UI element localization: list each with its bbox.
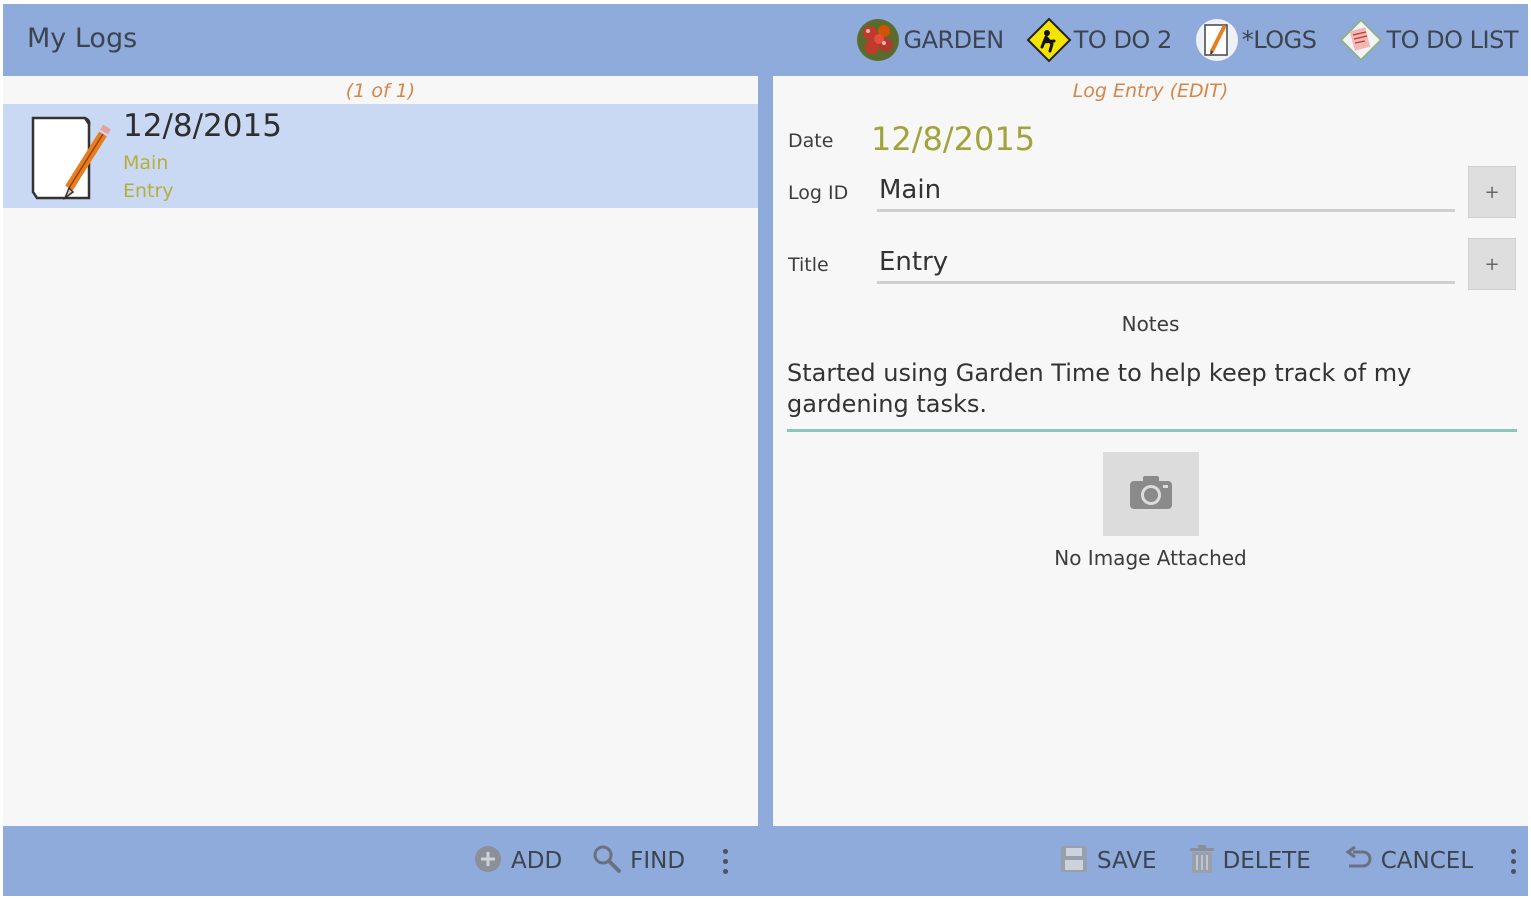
form-overflow-menu-icon[interactable] xyxy=(1503,838,1523,884)
attach-image-button[interactable] xyxy=(1103,452,1199,536)
log-id-field[interactable] xyxy=(877,170,1455,212)
notepad-pencil-icon xyxy=(27,112,111,202)
find-label: FIND xyxy=(630,848,686,874)
list-counter: (1 of 1) xyxy=(345,80,416,102)
add-circle-icon xyxy=(473,844,503,878)
nav-garden-label: GARDEN xyxy=(903,26,1004,54)
list-actions: ADD FIND xyxy=(473,838,735,884)
camera-icon xyxy=(1128,473,1174,515)
list-item-date: 12/8/2015 xyxy=(123,108,282,144)
log-entry-form: Log Entry (EDIT) Date 12/8/2015 Log ID +… xyxy=(773,76,1528,826)
add-button[interactable]: ADD xyxy=(473,838,562,884)
nav-todo2[interactable]: TO DO 2 xyxy=(1026,16,1172,64)
add-label: ADD xyxy=(511,848,563,874)
date-value[interactable]: 12/8/2015 xyxy=(871,120,1035,158)
undo-arrow-icon xyxy=(1343,844,1373,878)
find-button[interactable]: FIND xyxy=(592,838,685,884)
delete-label: DELETE xyxy=(1222,848,1311,874)
notes-field[interactable]: Started using Garden Time to help keep t… xyxy=(787,358,1517,432)
date-label: Date xyxy=(788,130,834,152)
nav-logs-label: *LOGS xyxy=(1241,26,1317,54)
tomato-cluster-icon xyxy=(855,17,901,63)
trash-icon xyxy=(1189,844,1215,878)
title-label: Title xyxy=(788,254,829,276)
delete-button[interactable]: DELETE xyxy=(1189,838,1311,884)
title-add-button[interactable]: + xyxy=(1468,238,1516,290)
nav-todolist[interactable]: TO DO LIST xyxy=(1338,16,1518,64)
gardener-sign-icon xyxy=(1026,17,1072,63)
nav-todolist-label: TO DO LIST xyxy=(1386,26,1518,54)
log-id-add-button[interactable]: + xyxy=(1468,166,1516,218)
action-bar: My Logs GARDEN TO DO 2 *LOGS TO DO LIST xyxy=(3,4,1528,76)
form-actions: SAVE DELETE CANCEL xyxy=(1059,838,1523,884)
search-icon xyxy=(592,844,622,878)
list-item-title: Entry xyxy=(123,180,174,202)
save-disk-icon xyxy=(1059,844,1089,878)
list-note-icon xyxy=(1338,17,1384,63)
notepad-pencil-icon xyxy=(1194,17,1240,63)
cancel-button[interactable]: CANCEL xyxy=(1343,838,1473,884)
notes-label: Notes xyxy=(1121,312,1180,336)
list-item[interactable]: 12/8/2015 Main Entry xyxy=(3,104,758,208)
title-field[interactable] xyxy=(877,242,1455,284)
nav-garden[interactable]: GARDEN xyxy=(855,16,1004,64)
app-frame: My Logs GARDEN TO DO 2 *LOGS TO DO LIST … xyxy=(3,4,1528,896)
log-list-pane: (1 of 1) 12/8/2015 Main Entry xyxy=(3,76,758,826)
nav-logs[interactable]: *LOGS xyxy=(1194,16,1317,64)
nav-todo2-label: TO DO 2 xyxy=(1073,26,1172,54)
list-item-log-id: Main xyxy=(123,152,169,174)
no-image-label: No Image Attached xyxy=(1054,546,1247,570)
form-heading: Log Entry (EDIT) xyxy=(1072,80,1229,102)
save-label: SAVE xyxy=(1097,848,1157,874)
nav-tabs: GARDEN TO DO 2 *LOGS TO DO LIST xyxy=(855,16,1518,64)
log-id-label: Log ID xyxy=(788,182,849,204)
list-overflow-menu-icon[interactable] xyxy=(715,838,735,884)
app-title: My Logs xyxy=(27,23,138,54)
save-button[interactable]: SAVE xyxy=(1059,838,1157,884)
bottom-action-bar: ADD FIND SAVE DELETE CANCEL xyxy=(3,826,1528,896)
cancel-label: CANCEL xyxy=(1380,848,1474,874)
